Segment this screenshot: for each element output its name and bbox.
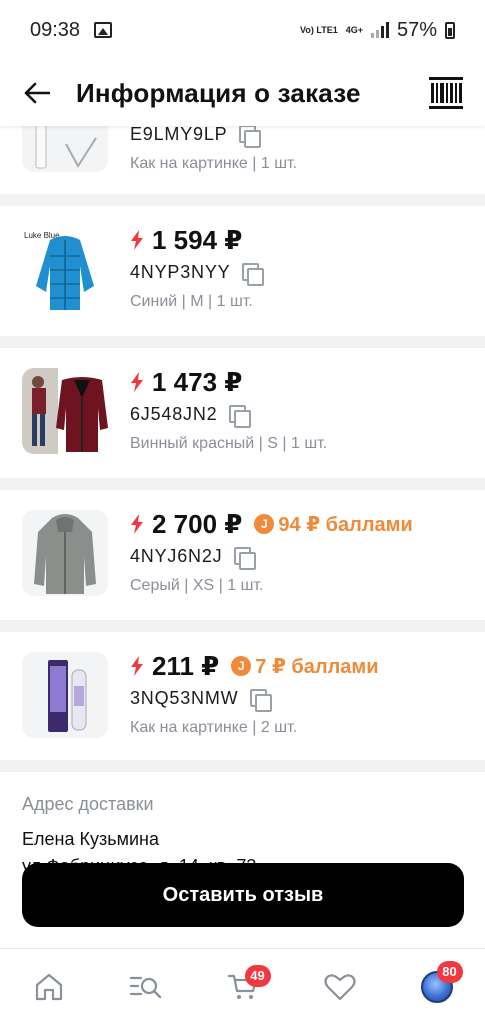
recipient-name: Елена Кузьмина [22, 829, 159, 849]
network-label: Vo) LTE1 [300, 24, 338, 35]
code-row: 4NYJ6N2J [130, 546, 475, 570]
leave-review-button[interactable]: Оставить отзыв [22, 863, 464, 927]
product-image [22, 368, 108, 454]
item-price: 1 594 ₽ [152, 224, 243, 255]
item-code: 6J548JN2 [130, 404, 218, 424]
nav-home[interactable] [19, 957, 79, 1017]
barcode-icon [429, 77, 463, 109]
product-image [22, 510, 108, 596]
lightning-icon [131, 656, 143, 676]
price-row: 1 594 ₽ [130, 224, 475, 256]
copy-icon[interactable] [239, 124, 262, 148]
lightning-icon [131, 230, 143, 250]
product-image [22, 652, 108, 738]
nav-profile[interactable]: 80 [407, 957, 467, 1017]
order-items-list: E9LMY9LP Как на картинке | 1 шт. Luke Bl… [0, 86, 485, 972]
app-header: Информация о заказе [0, 60, 485, 126]
bonus-coin-icon: J [231, 656, 252, 676]
item-meta: Синий | M | 1 шт. [130, 293, 253, 310]
item-code: 4NYJ6N2J [130, 546, 223, 566]
profile-badge: 80 [436, 960, 463, 983]
back-button[interactable] [22, 78, 52, 108]
bonus-coin-icon: J [254, 514, 275, 534]
item-code: E9LMY9LP [130, 124, 228, 144]
item-bonus: 7 ₽ баллами [255, 655, 379, 678]
item-meta: Серый | XS | 1 шт. [130, 577, 264, 594]
item-price: 1 473 ₽ [152, 366, 243, 397]
status-time: 09:38 [30, 18, 81, 41]
item-info: 211 ₽ J 7 ₽ баллами 3NQ53NMW Как на карт… [130, 650, 475, 737]
order-item[interactable]: 1 473 ₽ 6J548JN2 Винный красный | S | 1 … [0, 348, 485, 478]
copy-icon[interactable] [250, 688, 273, 712]
order-item[interactable]: Luke Blue 1 594 ₽ 4NYP3NYY Синий | M | 1… [0, 206, 485, 336]
item-info: 1 594 ₽ 4NYP3NYY Синий | M | 1 шт. [130, 224, 475, 311]
net-gen-icon: 4G+ [345, 24, 363, 35]
gallery-icon [94, 22, 113, 38]
lightning-icon [131, 514, 143, 534]
item-code: 3NQ53NMW [130, 688, 239, 708]
product-image: Luke Blue [22, 226, 108, 312]
code-row: 3NQ53NMW [130, 688, 475, 712]
network-icon: Vo) LTE1 [300, 24, 338, 35]
nav-cart[interactable]: 49 [213, 957, 273, 1017]
price-row: 1 473 ₽ [130, 366, 475, 398]
item-bonus: 94 ₽ баллами [278, 513, 413, 536]
item-info: 2 700 ₽ J 94 ₽ баллами 4NYJ6N2J Серый | … [130, 508, 475, 595]
battery-icon [445, 21, 455, 39]
status-bar: 09:38 Vo) LTE1 4G+ 57% [0, 0, 485, 60]
catalog-search-icon [129, 976, 161, 998]
heart-icon [323, 973, 356, 1000]
item-info: 1 473 ₽ 6J548JN2 Винный красный | S | 1 … [130, 366, 475, 453]
code-row: E9LMY9LP [130, 124, 475, 148]
item-meta: Винный красный | S | 1 шт. [130, 435, 328, 452]
status-right: Vo) LTE1 4G+ 57% [300, 19, 455, 42]
lightning-icon [131, 372, 143, 392]
order-item[interactable]: 211 ₽ J 7 ₽ баллами 3NQ53NMW Как на карт… [0, 632, 485, 760]
barcode-button[interactable] [429, 77, 463, 109]
code-row: 4NYP3NYY [130, 262, 475, 286]
item-code: 4NYP3NYY [130, 262, 231, 282]
price-row: 211 ₽ J 7 ₽ баллами [130, 650, 475, 682]
bottom-navigation: 49 80 [0, 948, 485, 1024]
copy-icon[interactable] [234, 546, 257, 570]
item-info: E9LMY9LP Как на картинке | 1 шт. [130, 118, 475, 173]
item-meta: Как на картинке | 1 шт. [130, 155, 298, 172]
arrow-left-icon [24, 82, 50, 104]
address-label: Адрес доставки [22, 794, 154, 814]
order-item[interactable]: 2 700 ₽ J 94 ₽ баллами 4NYJ6N2J Серый | … [0, 490, 485, 620]
nav-catalog[interactable] [116, 957, 176, 1017]
item-price: 2 700 ₽ [152, 508, 243, 539]
copy-icon[interactable] [229, 404, 252, 428]
signal-icon [370, 22, 389, 38]
cart-badge: 49 [244, 964, 271, 987]
page-title: Информация о заказе [76, 77, 361, 108]
item-price: 211 ₽ [152, 650, 220, 681]
order-item[interactable]: E9LMY9LP Как на картинке | 1 шт. [0, 86, 485, 194]
nav-favorites[interactable] [310, 957, 370, 1017]
copy-icon[interactable] [242, 262, 265, 286]
code-row: 6J548JN2 [130, 404, 475, 428]
price-row: 2 700 ₽ J 94 ₽ баллами [130, 508, 475, 540]
item-meta: Как на картинке | 2 шт. [130, 719, 298, 736]
order-info-screen: 09:38 Vo) LTE1 4G+ 57% Информация о зака… [0, 0, 485, 1024]
home-icon [35, 973, 62, 1000]
battery-percent: 57% [396, 18, 437, 41]
